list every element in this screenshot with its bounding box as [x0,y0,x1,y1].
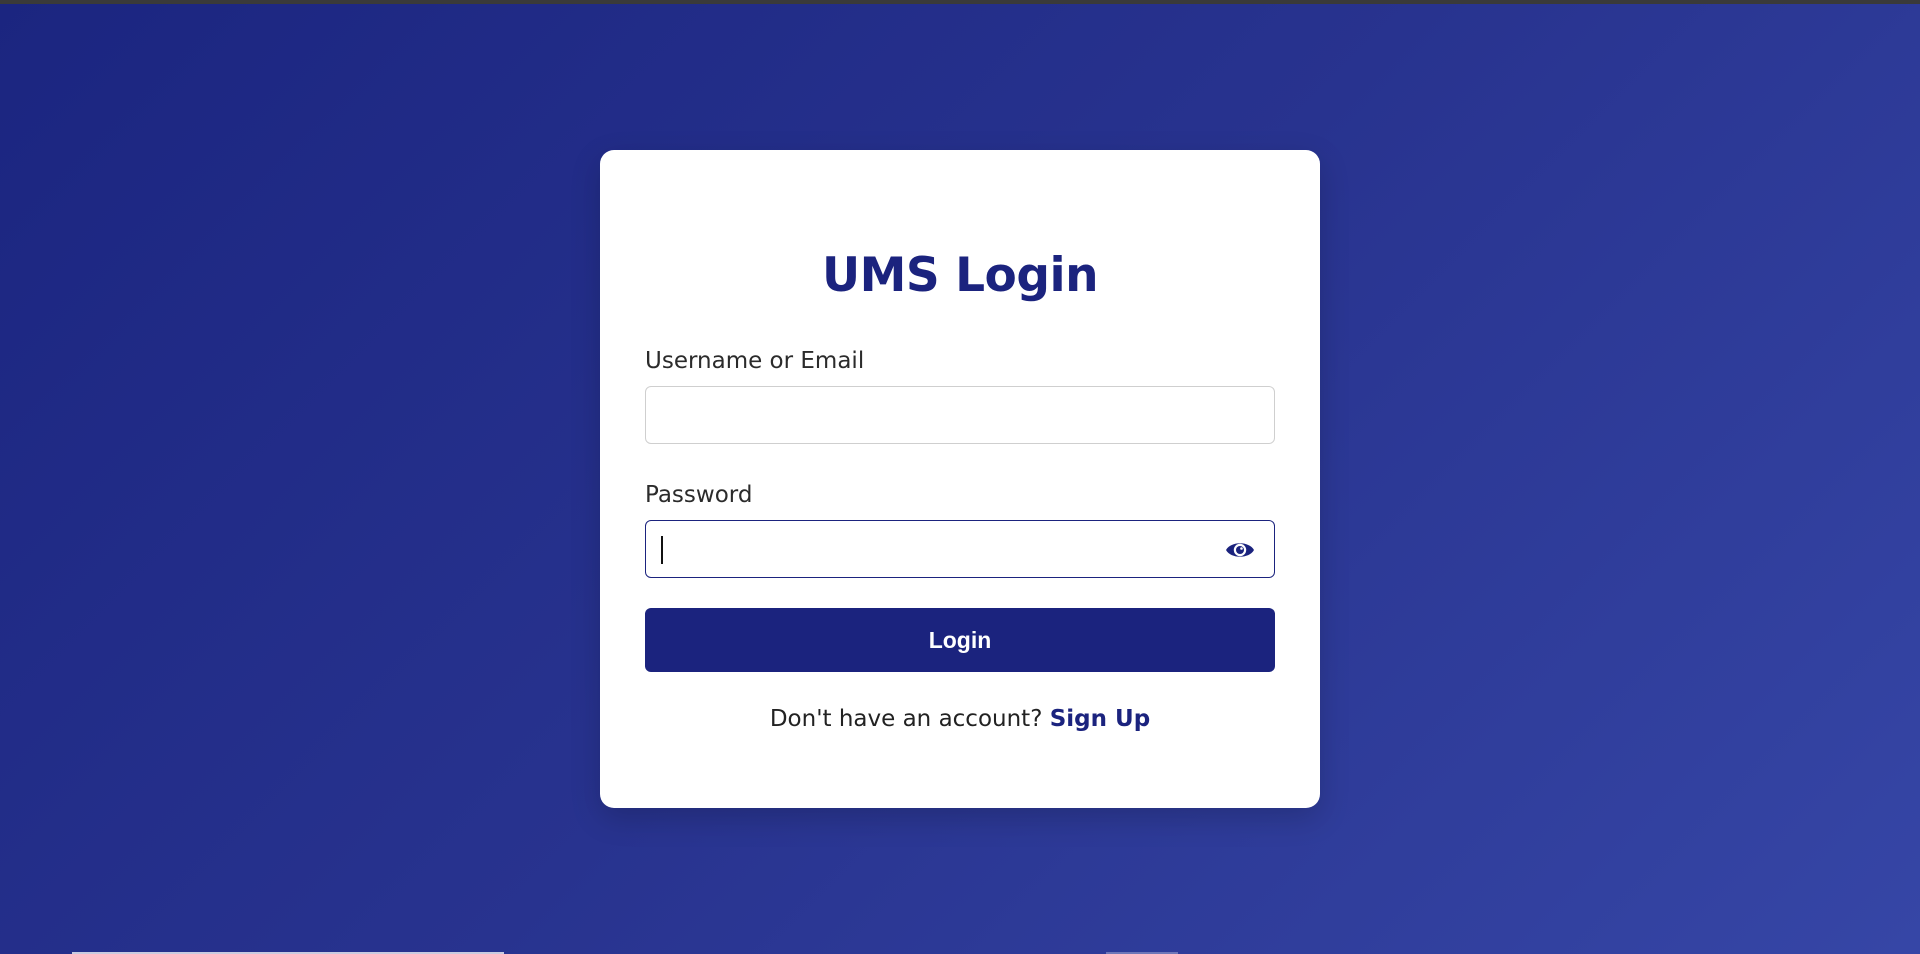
login-button[interactable]: Login [645,608,1275,672]
password-field-box [645,520,1275,578]
window-top-edge [0,0,1920,4]
text-caret [661,536,663,564]
password-input[interactable] [646,521,1274,577]
login-card: UMS Login Username or Email Password Log… [600,150,1320,808]
signup-row: Don't have an account? Sign Up [645,706,1275,732]
username-field-box [645,386,1275,444]
username-label: Username or Email [645,348,865,374]
signup-prompt: Don't have an account? [769,706,1050,732]
password-label: Password [645,482,753,508]
page-title: UMS Login [821,248,1099,303]
signup-link[interactable]: Sign Up [1050,706,1150,732]
eye-icon[interactable] [1224,534,1256,566]
username-input[interactable] [646,387,1274,443]
